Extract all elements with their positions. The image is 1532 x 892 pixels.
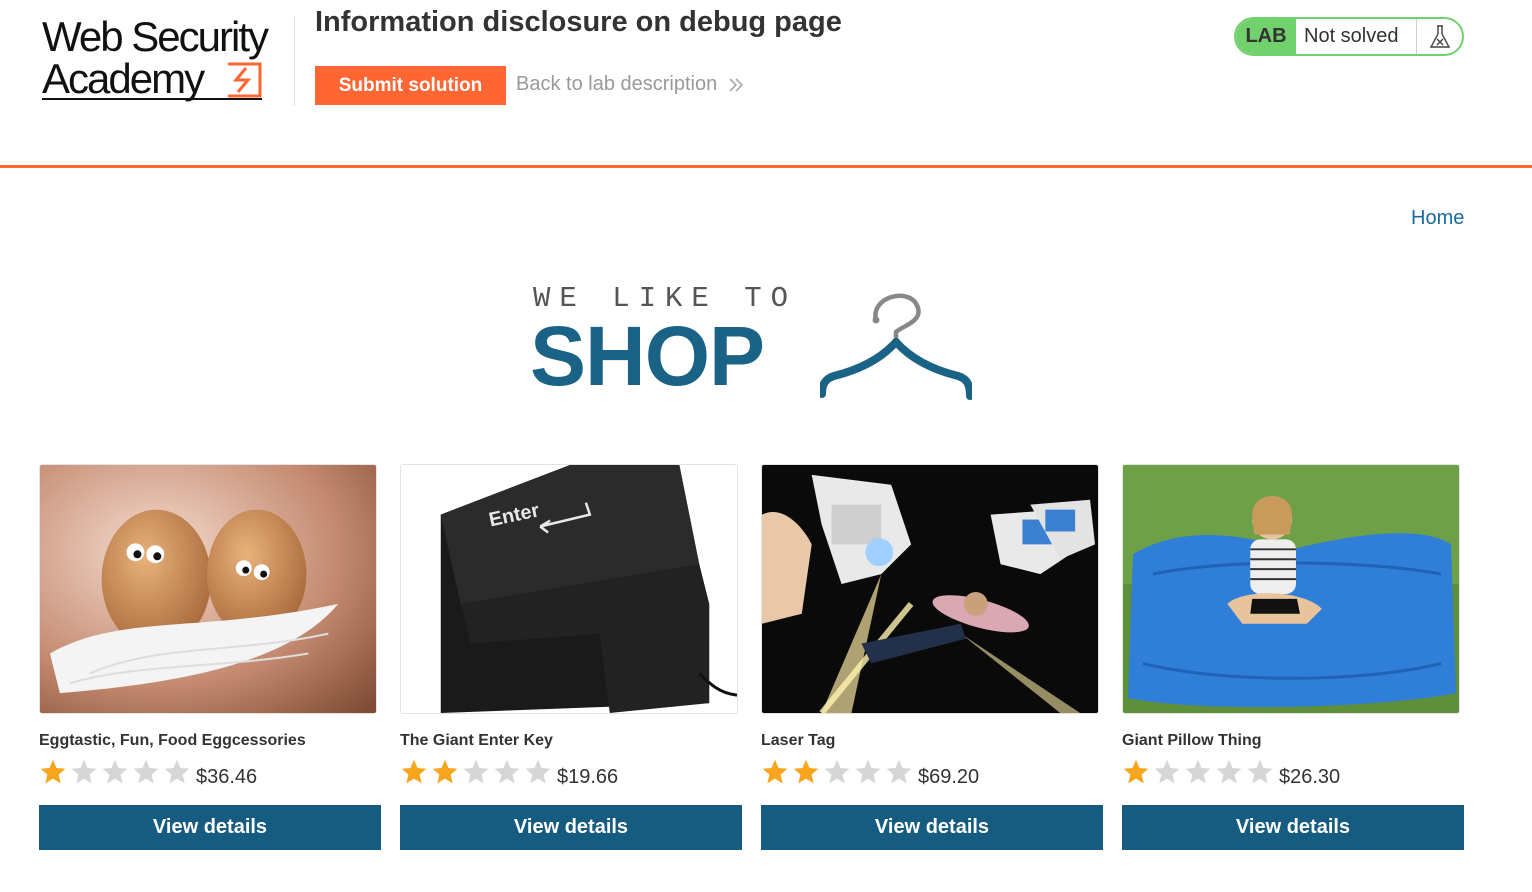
- product-price: $26.30: [1279, 766, 1341, 788]
- coat-hanger-icon: [820, 293, 972, 400]
- product-card: Eggtastic, Fun, Food Eggcessories $36.46…: [39, 464, 381, 854]
- star-empty-icon: [463, 759, 489, 784]
- back-to-lab-description-link[interactable]: Back to lab description: [516, 73, 745, 96]
- product-rating: [1122, 758, 1274, 788]
- star-empty-icon: [1154, 759, 1180, 784]
- back-link-label: Back to lab description: [516, 73, 718, 95]
- star-filled-icon: [401, 759, 427, 784]
- star-empty-icon: [102, 759, 128, 784]
- star-empty-icon: [886, 759, 912, 784]
- logo-line1: Web Security: [42, 13, 269, 60]
- product-name: Eggtastic, Fun, Food Eggcessories: [39, 732, 306, 749]
- product-price: $36.46: [196, 766, 258, 788]
- view-details-button[interactable]: View details: [1122, 805, 1464, 850]
- header-divider: [294, 16, 295, 106]
- logo-line2: Academy: [42, 55, 205, 102]
- lab-title: Information disclosure on debug page: [315, 6, 842, 38]
- star-empty-icon: [1216, 759, 1242, 784]
- eggs-image: [39, 464, 377, 714]
- logo-bolt-icon: [228, 62, 262, 98]
- submit-solution-button[interactable]: Submit solution: [315, 66, 506, 105]
- star-empty-icon: [855, 759, 881, 784]
- view-details-button[interactable]: View details: [39, 805, 381, 850]
- star-empty-icon: [133, 759, 159, 784]
- banner-title: SHOP: [530, 309, 765, 403]
- product-name: Laser Tag: [761, 732, 836, 749]
- product-card: Laser Tag $69.20 View details: [761, 464, 1103, 854]
- star-empty-icon: [164, 759, 190, 784]
- flask-icon: [1416, 19, 1462, 54]
- web-security-academy-logo[interactable]: Web Security Academy: [40, 12, 292, 108]
- star-empty-icon: [525, 759, 551, 784]
- double-chevron-right-icon: [729, 77, 744, 92]
- logo-underline: [42, 98, 262, 100]
- star-filled-icon: [40, 759, 66, 784]
- product-card: Enter The Giant Enter Key $19.66 View de…: [400, 464, 742, 854]
- star-empty-icon: [1185, 759, 1211, 784]
- product-rating: [761, 758, 913, 788]
- lab-header: Web Security Academy Information disclos…: [0, 0, 1532, 168]
- star-filled-icon: [432, 759, 458, 784]
- star-filled-icon: [1123, 759, 1149, 784]
- star-empty-icon: [1247, 759, 1273, 784]
- star-filled-icon: [793, 759, 819, 784]
- lab-status-widget: LAB Not solved: [1234, 17, 1464, 56]
- lab-status-text: Not solved: [1304, 25, 1399, 47]
- product-price: $19.66: [557, 766, 619, 788]
- product-name: The Giant Enter Key: [400, 732, 553, 749]
- star-empty-icon: [494, 759, 520, 784]
- product-price: $69.20: [918, 766, 980, 788]
- lab-tag: LAB: [1236, 19, 1296, 54]
- view-details-button[interactable]: View details: [761, 805, 1103, 850]
- shop-banner: WE LIKE TO SHOP: [530, 280, 980, 410]
- star-empty-icon: [824, 759, 850, 784]
- product-name: Giant Pillow Thing: [1122, 732, 1262, 749]
- star-empty-icon: [71, 759, 97, 784]
- product-card: Giant Pillow Thing $26.30 View details: [1122, 464, 1464, 854]
- pillow-image: [1122, 464, 1460, 714]
- product-rating: [400, 758, 552, 788]
- product-rating: [39, 758, 191, 788]
- view-details-button[interactable]: View details: [400, 805, 742, 850]
- star-filled-icon: [762, 759, 788, 784]
- home-link[interactable]: Home: [1411, 207, 1464, 230]
- laser-tag-image: [761, 464, 1099, 714]
- enter-key-image: Enter: [400, 464, 738, 714]
